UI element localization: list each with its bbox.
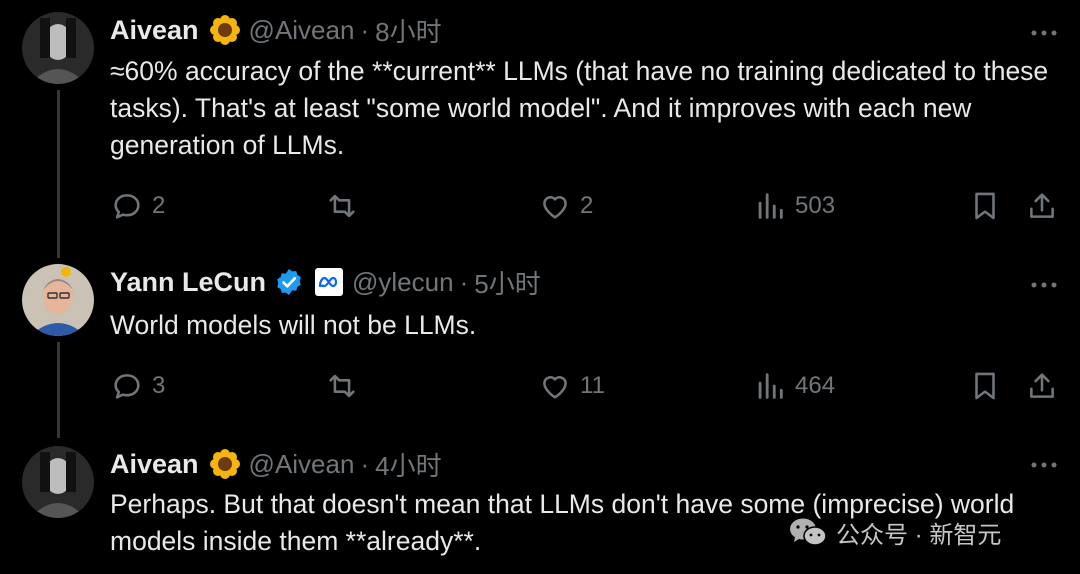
author-handle[interactable]: @ylecun: [352, 267, 454, 298]
author-name[interactable]: Yann LeCun: [110, 267, 266, 298]
tweet-text: ≈60% accuracy of the **current** LLMs (t…: [110, 56, 1049, 160]
author-name[interactable]: Aivean: [110, 15, 199, 46]
share-icon: [1030, 193, 1054, 218]
separator-dot: ·: [360, 448, 370, 479]
reply-icon: [114, 374, 140, 399]
thread-line: [57, 90, 60, 258]
reply-button[interactable]: 3: [110, 366, 165, 406]
views-button[interactable]: 503: [753, 186, 835, 226]
bookmark-button[interactable]: [968, 366, 1002, 406]
more-options-icon[interactable]: [1024, 18, 1064, 48]
share-icon: [1030, 373, 1054, 398]
sunflower-emoji: [209, 448, 241, 480]
like-button[interactable]: 11: [538, 366, 605, 406]
bookmark-icon: [975, 192, 995, 220]
verified-badge-icon: [274, 267, 304, 297]
avatar-aivean[interactable]: [22, 12, 94, 84]
sunflower-emoji: [209, 14, 241, 46]
tweet-header: Aivean @Aivean · 4小时: [110, 446, 442, 482]
wechat-icon: [790, 518, 827, 546]
repost-icon: [329, 194, 355, 218]
author-handle[interactable]: @Aivean: [249, 449, 355, 480]
reply-count: 3: [152, 372, 166, 399]
timestamp[interactable]: 4小时: [375, 446, 441, 483]
share-button[interactable]: [1025, 186, 1059, 226]
timestamp[interactable]: 5小时: [474, 264, 540, 301]
more-options-icon[interactable]: [1024, 450, 1064, 480]
more-options-icon[interactable]: [1024, 270, 1064, 300]
tweet-text: World models will not be LLMs.: [110, 310, 477, 340]
heart-icon: [543, 376, 567, 399]
views-count: 464: [795, 372, 836, 399]
author-handle[interactable]: @Aivean: [249, 15, 355, 46]
share-button[interactable]: [1025, 366, 1059, 406]
action-bar: 2 2 503: [110, 186, 1060, 226]
thread-line: [57, 342, 60, 438]
views-count: 503: [795, 192, 836, 219]
reply-button[interactable]: 2: [110, 186, 165, 226]
bookmark-icon: [975, 372, 995, 400]
meta-logo-icon[interactable]: [314, 267, 344, 297]
separator-dot: ·: [459, 266, 469, 297]
reply-icon: [114, 194, 140, 219]
watermark-text: 公众号 · 新智元: [836, 521, 1002, 549]
repost-button[interactable]: [325, 186, 367, 226]
avatar-ylecun[interactable]: [22, 264, 94, 336]
views-icon: [758, 373, 783, 399]
like-button[interactable]: 2: [538, 186, 593, 226]
views-button[interactable]: 464: [753, 366, 835, 406]
repost-icon: [329, 374, 355, 398]
reply-count: 2: [152, 192, 166, 219]
tweet-header: Yann LeCun @ylecun · 5小时: [110, 264, 541, 300]
avatar-aivean[interactable]: [22, 446, 94, 518]
tweet-header: Aivean @Aivean · 8小时: [110, 12, 442, 48]
like-count: 11: [580, 372, 605, 399]
author-name[interactable]: Aivean: [110, 449, 199, 480]
repost-button[interactable]: [325, 366, 367, 406]
bookmark-button[interactable]: [968, 186, 1002, 226]
heart-icon: [543, 196, 567, 219]
timestamp[interactable]: 8小时: [375, 12, 441, 49]
separator-dot: ·: [360, 14, 370, 45]
views-icon: [758, 193, 783, 219]
action-bar: 3 11 464: [110, 366, 1060, 406]
wechat-watermark: 公众号 · 新智元: [788, 512, 1001, 552]
like-count: 2: [580, 192, 594, 219]
